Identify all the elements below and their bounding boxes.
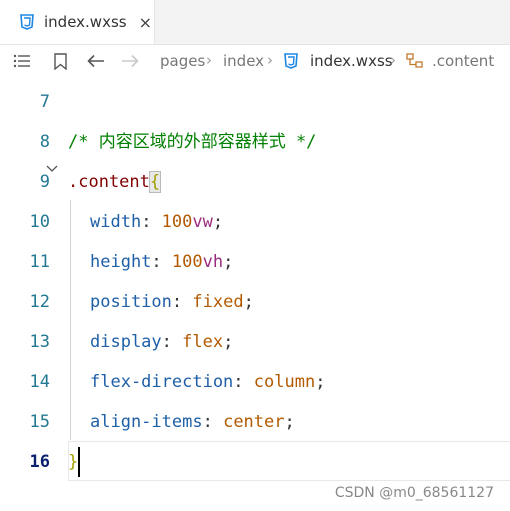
line-number: 11 (29, 252, 50, 272)
breadcrumb-toolbar: pages › index › index.wxss › .content (0, 45, 510, 77)
selector-icon (406, 51, 424, 71)
breadcrumb-pages[interactable]: pages (160, 52, 205, 70)
code-comment: /* 内容区域的外部容器样式 */ (68, 132, 317, 152)
breadcrumb-index[interactable]: index (223, 52, 264, 70)
chevron-right-icon: › (390, 51, 396, 69)
line-number: 14 (29, 372, 50, 392)
breadcrumb-selector[interactable]: .content (432, 52, 494, 70)
css-file-icon (284, 51, 298, 71)
indent-guide (70, 200, 71, 440)
code-editor[interactable]: 7 8 9 10 11 12 13 14 15 16 /* 内容区域的外部容器样… (0, 80, 510, 511)
code-selector-line: .content{ (68, 162, 162, 202)
css-property: display (90, 332, 162, 352)
current-line-highlight (68, 441, 510, 481)
chevron-right-icon: › (206, 51, 212, 69)
tab-bar: index.wxss × (0, 0, 510, 45)
fold-chevron-down-icon[interactable] (46, 162, 58, 177)
line-number: 9 (39, 172, 50, 192)
css-value: 100 (161, 212, 193, 232)
code-declaration: height: 100vh; (90, 252, 234, 272)
line-number: 13 (29, 332, 50, 352)
css-property: position (90, 292, 172, 312)
code-declaration: flex-direction: column; (90, 372, 326, 392)
code-declaration: align-items: center; (90, 412, 295, 432)
line-number: 12 (29, 292, 50, 312)
css-value: 100 (171, 252, 203, 272)
css-value: center (223, 412, 285, 432)
close-icon[interactable]: × (139, 13, 152, 32)
code-declaration: width: 100vw; (90, 212, 224, 232)
bookmark-icon[interactable] (52, 51, 68, 71)
css-property: align-items (90, 412, 203, 432)
css-property: width (90, 212, 142, 232)
breadcrumb-file[interactable]: index.wxss (310, 52, 393, 70)
text-cursor (78, 447, 80, 477)
code-close-line: } (68, 442, 78, 482)
css-file-icon (20, 14, 34, 30)
css-property: flex-direction (90, 372, 234, 392)
css-unit: vw (192, 212, 213, 232)
tab-index-wxss[interactable]: index.wxss × (0, 0, 155, 44)
open-brace: { (148, 171, 162, 193)
line-number-active: 16 (29, 452, 50, 472)
css-selector: .content (68, 172, 150, 192)
tab-label: index.wxss (44, 13, 127, 31)
css-property: height (90, 252, 152, 272)
close-brace: } (68, 452, 79, 472)
css-value: fixed (192, 292, 244, 312)
watermark: CSDN @m0_68561127 (334, 485, 494, 501)
arrow-left-icon[interactable] (86, 51, 106, 71)
line-number: 8 (39, 132, 50, 152)
code-declaration: display: flex; (90, 332, 234, 352)
css-value: flex (182, 332, 224, 352)
line-number: 7 (39, 92, 50, 112)
chevron-right-icon: › (267, 51, 273, 69)
list-icon[interactable] (12, 51, 32, 71)
line-number: 15 (29, 412, 50, 432)
code-declaration: position: fixed; (90, 292, 254, 312)
css-value: column (253, 372, 316, 392)
arrow-right-icon[interactable] (120, 51, 140, 71)
css-unit: vh (202, 252, 224, 272)
line-number: 10 (29, 212, 50, 232)
